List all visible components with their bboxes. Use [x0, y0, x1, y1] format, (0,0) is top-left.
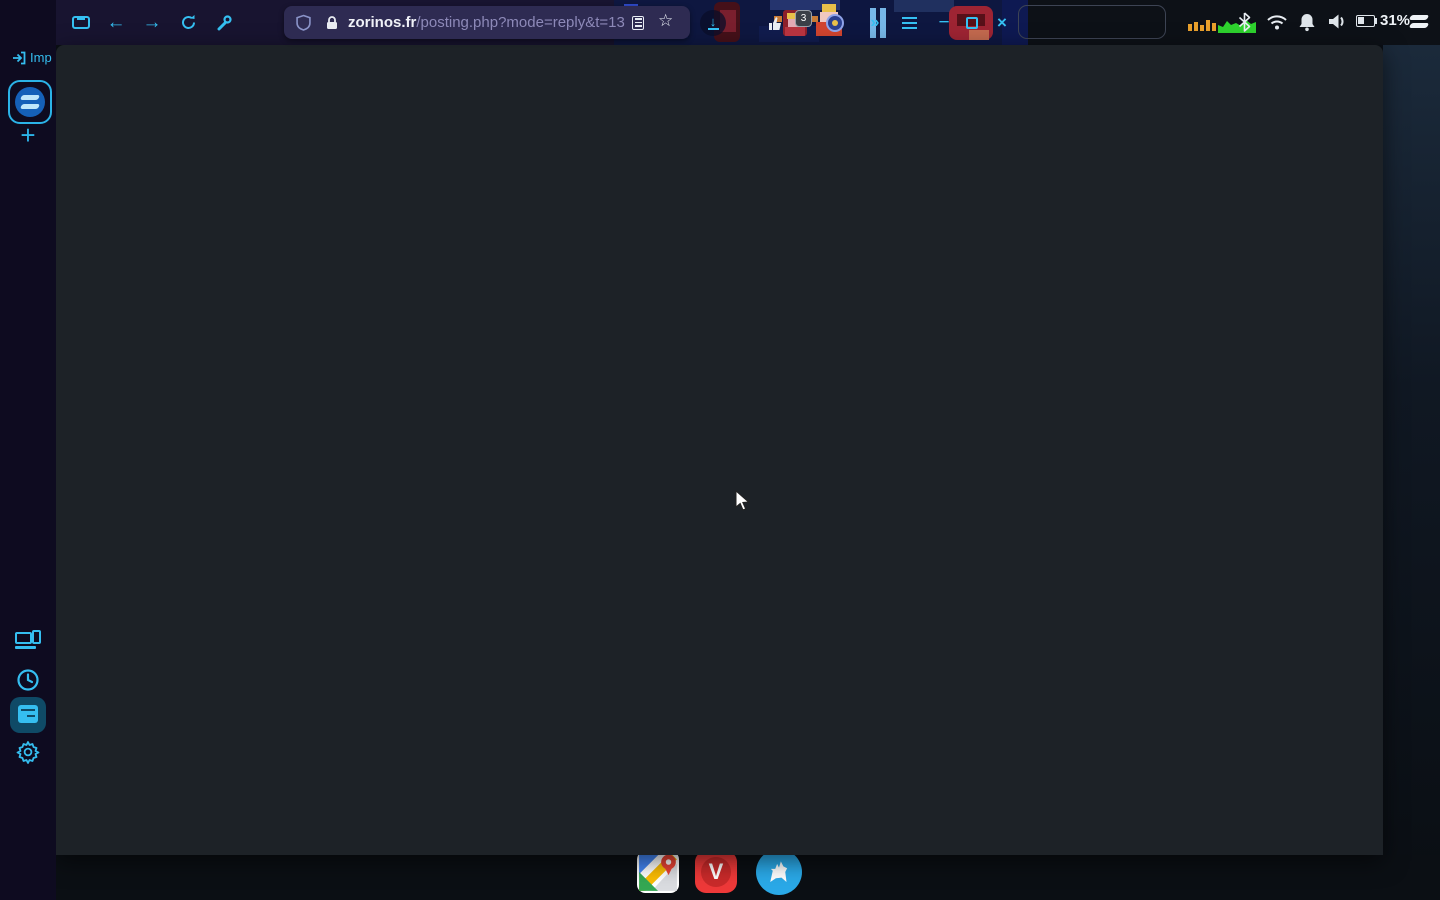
- zorin-logo-icon: [15, 87, 45, 117]
- dock-item-google-maps[interactable]: [637, 851, 679, 893]
- minimize-button[interactable]: −: [932, 0, 956, 45]
- notification-badge: 3: [795, 10, 812, 27]
- spreadsheet-window: [56, 45, 1383, 855]
- import-button[interactable]: Imp: [12, 50, 52, 65]
- url-host[interactable]: zorinos.fr: [348, 14, 416, 31]
- notifications-bell-icon[interactable]: [1298, 12, 1316, 32]
- address-bar[interactable]: zorinos.fr/posting.php?mode=reply&t=13 ☆: [284, 6, 690, 39]
- browser-menu-icon[interactable]: [896, 0, 922, 45]
- restore-button[interactable]: [960, 0, 984, 45]
- desktop-background-right: [1383, 45, 1440, 900]
- bookmark-star-icon[interactable]: ☆: [658, 11, 673, 31]
- bluetooth-icon[interactable]: [1238, 12, 1251, 32]
- empty-tray-pill: [1018, 5, 1166, 39]
- dock-item-vivaldi[interactable]: V: [695, 851, 737, 893]
- files-app-active-button[interactable]: [10, 697, 46, 733]
- reload-button[interactable]: [172, 0, 204, 45]
- extension-icon[interactable]: [822, 0, 848, 45]
- resource-monitor-bars: [1188, 12, 1218, 34]
- zorin-app-button[interactable]: [8, 80, 52, 124]
- tools-wrench-icon[interactable]: [208, 0, 240, 45]
- battery-icon: [1356, 15, 1375, 27]
- dock-item-librewolf[interactable]: [756, 849, 802, 895]
- browser-toolbar: ← → zorinos.fr/posting.php?mode=reply&t=…: [14, 0, 1014, 45]
- url-path[interactable]: /posting.php?mode=reply&t=13: [416, 14, 624, 31]
- clock-history-icon[interactable]: [0, 668, 56, 692]
- left-dock-panel: Imp +: [0, 0, 56, 900]
- volume-icon[interactable]: [1328, 13, 1348, 30]
- screen: ← → zorinos.fr/posting.php?mode=reply&t=…: [0, 0, 1440, 900]
- close-button[interactable]: ×: [990, 0, 1014, 45]
- more-tools-chevron-icon[interactable]: »: [862, 0, 888, 45]
- top-bar: ← → zorinos.fr/posting.php?mode=reply&t=…: [0, 0, 1440, 45]
- tracking-shield-icon[interactable]: [296, 14, 311, 31]
- reader-view-icon[interactable]: [632, 16, 644, 30]
- back-button[interactable]: ←: [100, 0, 132, 45]
- new-workspace-plus-button[interactable]: +: [0, 120, 56, 151]
- mouse-cursor: [735, 490, 753, 512]
- desktop-background-bottom: [56, 855, 1440, 900]
- import-label: Imp: [30, 50, 52, 65]
- devices-icon[interactable]: [0, 630, 56, 652]
- wifi-icon[interactable]: [1266, 14, 1288, 30]
- archive-panel-icon[interactable]: [64, 0, 98, 45]
- download-icon[interactable]: ↓: [698, 0, 728, 45]
- battery-percentage: 31%: [1380, 12, 1410, 29]
- settings-gear-icon[interactable]: [0, 740, 56, 764]
- zorin-menu-icon[interactable]: [1408, 11, 1430, 33]
- lock-icon: [325, 15, 339, 31]
- forward-button[interactable]: →: [136, 0, 168, 45]
